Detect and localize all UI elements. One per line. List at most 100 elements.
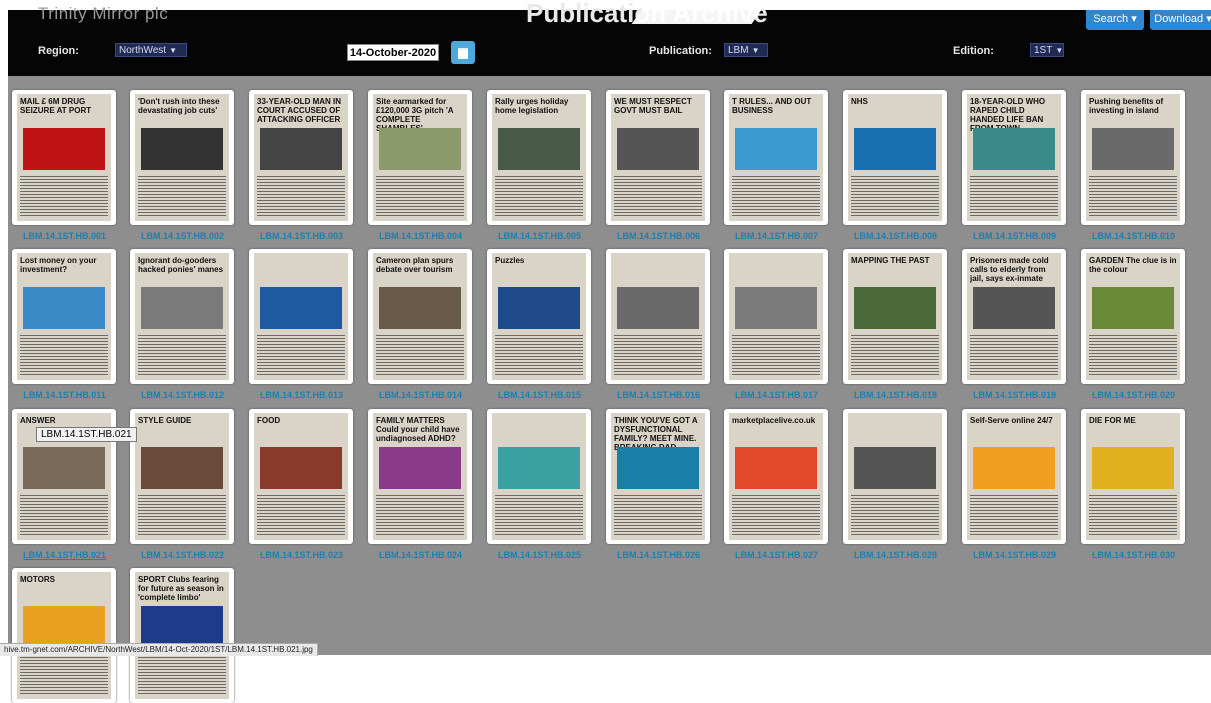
page-photo [617, 128, 699, 170]
page-thumbnail[interactable]: STYLE GUIDE [130, 409, 234, 544]
page-id-link[interactable]: LBM.14.1ST.HB.030 [1076, 550, 1191, 560]
page-thumbnail[interactable]: 18-YEAR-OLD WHO RAPED CHILD HANDED LIFE … [962, 90, 1066, 225]
page-id-link[interactable]: LBM.14.1ST.HB.022 [125, 550, 240, 560]
publication-select[interactable]: LBM ▼ [724, 43, 768, 57]
page-id-link[interactable]: LBM.14.1ST.HB.019 [957, 390, 1072, 400]
page-text-columns [20, 654, 108, 694]
page-image: Pushing benefits of investing in island [1086, 94, 1180, 221]
date-input[interactable]: 14-October-2020 [347, 44, 439, 61]
page-id-link[interactable]: LBM.14.1ST.HB.003 [244, 231, 359, 241]
page-id-link[interactable]: LBM.14.1ST.HB.020 [1076, 390, 1191, 400]
page-thumbnail[interactable]: MAIL £ 6M DRUG SEIZURE AT PORT [12, 90, 116, 225]
page-thumbnail[interactable] [724, 249, 828, 384]
page-id-link[interactable]: LBM.14.1ST.HB.016 [601, 390, 716, 400]
page-text-columns [257, 176, 345, 216]
download-button[interactable]: Download ▾ [1150, 10, 1211, 30]
page-thumbnail[interactable]: FAMILY MATTERS Could your child have und… [368, 409, 472, 544]
page-id-link[interactable]: LBM.14.1ST.HB.026 [601, 550, 716, 560]
page-thumbnail[interactable]: Puzzles [487, 249, 591, 384]
page-thumbnail[interactable] [606, 249, 710, 384]
page-thumbnail[interactable]: Prisoners made cold calls to elderly fro… [962, 249, 1066, 384]
page-thumbnail[interactable] [249, 249, 353, 384]
region-select-value: NorthWest [119, 45, 167, 56]
page-image: Prisoners made cold calls to elderly fro… [967, 253, 1061, 380]
page-id-link[interactable]: LBM.14.1ST.HB.013 [244, 390, 359, 400]
page-thumbnail[interactable]: marketplacelive.co.uk [724, 409, 828, 544]
page-thumbnail[interactable]: DIE FOR ME [1081, 409, 1185, 544]
page-headline: GARDEN The clue is in the colour [1089, 256, 1177, 274]
page-thumbnail[interactable]: SPORT Clubs fearing for future as season… [130, 568, 234, 703]
page-image: STYLE GUIDE [135, 413, 229, 540]
page-id-link[interactable]: LBM.14.1ST.HB.004 [363, 231, 478, 241]
page-id-link[interactable]: LBM.14.1ST.HB.017 [719, 390, 834, 400]
page-image: GARDEN The clue is in the colour [1086, 253, 1180, 380]
page-thumbnail[interactable]: GARDEN The clue is in the colour [1081, 249, 1185, 384]
page-thumbnail[interactable]: Lost money on your investment? [12, 249, 116, 384]
page-image: Lost money on your investment? [17, 253, 111, 380]
page-image: WE MUST RESPECT GOVT MUST BAIL [611, 94, 705, 221]
edition-select[interactable]: 1ST ▼ [1030, 43, 1064, 57]
page-text-columns [732, 335, 820, 375]
page-id-link[interactable]: LBM.14.1ST.HB.012 [125, 390, 240, 400]
page-id-link[interactable]: LBM.14.1ST.HB.028 [838, 550, 953, 560]
page-thumbnail[interactable]: Site earmarked for £120,000 3G pitch 'A … [368, 90, 472, 225]
page-thumbnail[interactable]: Rally urges holiday home legislation [487, 90, 591, 225]
page-id-link[interactable]: LBM.14.1ST.HB.018 [838, 390, 953, 400]
page-thumbnail[interactable]: THINK YOU'VE GOT A DYSFUNCTIONAL FAMILY?… [606, 409, 710, 544]
page-id-link[interactable]: LBM.14.1ST.HB.029 [957, 550, 1072, 560]
page-text-columns [138, 495, 226, 535]
page-image [848, 413, 942, 540]
page-thumbnail[interactable]: Ignorant do-gooders hacked ponies' manes [130, 249, 234, 384]
page-id-link[interactable]: LBM.14.1ST.HB.008 [838, 231, 953, 241]
page-text-columns [495, 495, 583, 535]
page-id-link[interactable]: LBM.14.1ST.HB.027 [719, 550, 834, 560]
page-id-link[interactable]: LBM.14.1ST.HB.014 [363, 390, 478, 400]
page-thumbnail[interactable] [487, 409, 591, 544]
page-id-link[interactable]: LBM.14.1ST.HB.023 [244, 550, 359, 560]
page-photo [141, 606, 223, 648]
page-id-link[interactable]: LBM.14.1ST.HB.021 [7, 550, 122, 560]
page-headline: 'Don't rush into these devastating job c… [138, 97, 220, 115]
page-id-link[interactable]: LBM.14.1ST.HB.007 [719, 231, 834, 241]
page-thumbnail[interactable]: NHS [843, 90, 947, 225]
page-id-link[interactable]: LBM.14.1ST.HB.011 [7, 390, 122, 400]
page-image: Puzzles [492, 253, 586, 380]
page-photo [260, 128, 342, 170]
page-id-link[interactable]: LBM.14.1ST.HB.005 [482, 231, 597, 241]
page-thumbnail[interactable]: Self-Serve online 24/7 [962, 409, 1066, 544]
page-image: FOOD [254, 413, 348, 540]
search-button[interactable]: Search ▾ [1086, 10, 1144, 30]
page-thumbnail[interactable]: FOOD [249, 409, 353, 544]
page-text-columns [732, 495, 820, 535]
page-photo [141, 128, 223, 170]
page-text-columns [614, 335, 702, 375]
page-id-link[interactable]: LBM.14.1ST.HB.009 [957, 231, 1072, 241]
page-photo [617, 287, 699, 329]
publication-label: Publication: [649, 45, 712, 57]
region-select[interactable]: NorthWest ▼ [115, 43, 187, 57]
page-thumbnail[interactable] [843, 409, 947, 544]
page-thumbnail[interactable]: MOTORS [12, 568, 116, 703]
page-thumbnail[interactable]: 'Don't rush into these devastating job c… [130, 90, 234, 225]
page-thumbnail[interactable]: Pushing benefits of investing in island [1081, 90, 1185, 225]
page-thumbnail[interactable]: Cameron plan spurs debate over tourism [368, 249, 472, 384]
page-thumbnail[interactable]: WE MUST RESPECT GOVT MUST BAIL [606, 90, 710, 225]
page-id-link[interactable]: LBM.14.1ST.HB.025 [482, 550, 597, 560]
chevron-down-icon: ▼ [169, 46, 177, 55]
page-id-link[interactable]: LBM.14.1ST.HB.006 [601, 231, 716, 241]
page-text-columns [20, 495, 108, 535]
page-thumbnail[interactable]: 33-YEAR-OLD MAN IN COURT ACCUSED OF ATTA… [249, 90, 353, 225]
page-id-link[interactable]: LBM.14.1ST.HB.015 [482, 390, 597, 400]
page-thumbnail[interactable]: T RULES... AND OUT BUSINESS [724, 90, 828, 225]
status-bar-url: hive.tm-gnet.com/ARCHIVE/NorthWest/LBM/1… [0, 643, 318, 656]
page-id-link[interactable]: LBM.14.1ST.HB.010 [1076, 231, 1191, 241]
page-photo [23, 447, 105, 489]
page-thumbnail[interactable]: MAPPING THE PAST [843, 249, 947, 384]
page-id-link[interactable]: LBM.14.1ST.HB.002 [125, 231, 240, 241]
page-photo [379, 447, 461, 489]
page-image: THINK YOU'VE GOT A DYSFUNCTIONAL FAMILY?… [611, 413, 705, 540]
calendar-button[interactable] [451, 41, 475, 64]
page-id-link[interactable]: LBM.14.1ST.HB.024 [363, 550, 478, 560]
page-id-link[interactable]: LBM.14.1ST.HB.001 [7, 231, 122, 241]
page-text-columns [495, 176, 583, 216]
